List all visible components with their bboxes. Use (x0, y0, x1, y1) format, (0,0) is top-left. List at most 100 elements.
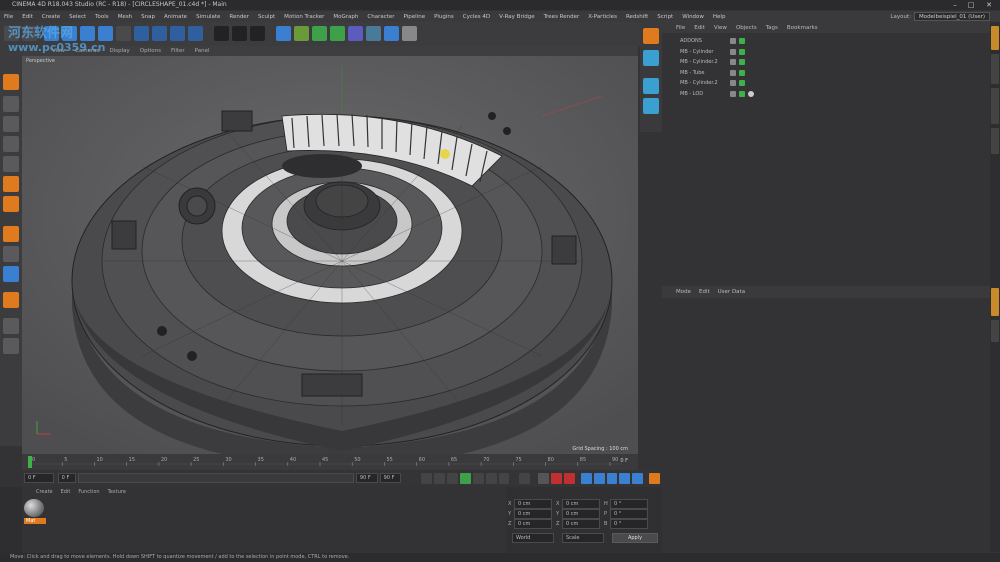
render-view-icon[interactable] (214, 26, 229, 41)
autokey-icon[interactable] (564, 472, 575, 484)
object-row[interactable]: MB - Cylinder (664, 47, 988, 57)
visibility-icon[interactable] (730, 48, 736, 55)
menu-item-script[interactable]: Script (657, 14, 673, 20)
axis-icon[interactable] (3, 226, 19, 242)
x-axis-icon[interactable] (134, 26, 149, 41)
object-row[interactable]: MB - LOD (664, 89, 988, 99)
points-mode-icon[interactable] (3, 156, 19, 172)
menu-item-v-ray-bridge[interactable]: V-Ray Bridge (499, 14, 534, 20)
layout-selector[interactable]: Layout: Modelbeispiel_01 (User) (890, 12, 990, 21)
object-row[interactable]: ADDONS (664, 36, 988, 46)
current-frame-field[interactable]: 0 F (24, 473, 54, 483)
object-menu-edit[interactable]: Edit (694, 25, 705, 31)
layer-icon[interactable] (643, 78, 659, 94)
object-row[interactable]: MB - Cylinder.2 (664, 57, 988, 67)
menu-item-window[interactable]: Window (682, 14, 704, 20)
object-row[interactable]: MB - Cylinder.2 (664, 78, 988, 88)
check-icon[interactable] (739, 38, 745, 44)
menu-item-x-particles[interactable]: X-Particles (588, 14, 617, 20)
menu-item-file[interactable]: File (4, 14, 13, 20)
coordinate-mode-dropdown[interactable]: World (512, 533, 554, 543)
coord-field[interactable]: 0 cm (562, 508, 600, 519)
spline-pen-icon[interactable] (294, 26, 309, 41)
coord-field[interactable]: 0 cm (514, 518, 552, 529)
menu-item-mesh[interactable]: Mesh (118, 14, 132, 20)
deformer-icon[interactable] (348, 26, 363, 41)
key-scale-icon[interactable] (593, 472, 605, 484)
visibility-icon[interactable] (730, 59, 736, 65)
play-icon[interactable] (460, 472, 471, 484)
check-icon[interactable] (739, 69, 745, 76)
object-menu-objects[interactable]: Objects (736, 25, 757, 31)
menu-item-trees-render[interactable]: Trees Render (544, 14, 580, 20)
tweak-icon[interactable] (3, 246, 19, 262)
tab-attributes[interactable] (991, 288, 999, 316)
object-manager-icon[interactable] (643, 50, 659, 66)
workplane-icon[interactable] (3, 136, 19, 152)
menu-item-edit[interactable]: Edit (22, 14, 33, 20)
key-parameter-icon[interactable] (619, 472, 631, 484)
visibility-icon[interactable] (730, 80, 736, 86)
material-menu-texture[interactable]: Texture (108, 489, 126, 495)
cube-icon[interactable] (276, 26, 291, 41)
viewport-menu-options[interactable]: Options (140, 48, 161, 54)
attribute-menu-user-data[interactable]: User Data (718, 289, 745, 295)
tab-layers[interactable] (991, 320, 999, 342)
viewport-menu-panel[interactable]: Panel (195, 48, 210, 54)
coord-field[interactable]: 0 cm (562, 518, 600, 529)
light-icon[interactable] (402, 26, 417, 41)
make-editable-icon[interactable] (3, 74, 19, 90)
object-menu-tags[interactable]: Tags (766, 25, 778, 31)
frame-range-slider[interactable] (77, 473, 354, 483)
apply-button[interactable]: Apply (612, 533, 658, 543)
material-tag-icon[interactable] (748, 90, 754, 97)
object-menu-bookmarks[interactable]: Bookmarks (787, 25, 818, 31)
menu-item-select[interactable]: Select (69, 14, 86, 20)
check-icon[interactable] (739, 90, 745, 97)
menu-item-sculpt[interactable]: Sculpt (258, 14, 275, 20)
menu-item-animate[interactable]: Animate (164, 14, 187, 20)
tab-takes[interactable] (991, 54, 999, 84)
model-mode-icon[interactable] (3, 96, 19, 112)
grid-icon[interactable] (3, 318, 19, 334)
coord-field[interactable]: 0 ° (610, 508, 648, 519)
close-icon[interactable]: ✕ (982, 0, 996, 10)
previous-frame-icon[interactable] (447, 472, 459, 484)
menu-item-snap[interactable]: Snap (141, 14, 155, 20)
loop-icon[interactable] (519, 472, 531, 484)
check-icon[interactable] (739, 59, 745, 65)
subdivision-surface-icon[interactable] (312, 26, 327, 41)
key-pla-icon[interactable] (632, 472, 644, 484)
check-icon[interactable] (739, 48, 745, 55)
menu-item-redshift[interactable]: Redshift (626, 14, 648, 20)
minimize-icon[interactable]: – (948, 0, 962, 10)
timeline[interactable]: 0 5 10 15 20 25 30 35 40 45 50 55 60 65 70 75 80 85 90 0 F (22, 454, 638, 470)
menu-item-motion-tracker[interactable]: Motion Tracker (284, 14, 324, 20)
menu-item-cycles-4d[interactable]: Cycles 4D (463, 14, 490, 20)
coord-field[interactable]: 0 ° (610, 498, 648, 509)
material-menu-function[interactable]: Function (78, 489, 99, 495)
floor-icon[interactable] (366, 26, 381, 41)
quantize-icon[interactable] (3, 338, 19, 354)
playhead[interactable] (28, 456, 32, 468)
array-icon[interactable] (330, 26, 345, 41)
polygons-mode-icon[interactable] (3, 196, 19, 212)
visibility-icon[interactable] (730, 90, 736, 97)
size-mode-value[interactable]: Scale (562, 533, 604, 543)
max-frame-field[interactable]: 90 F (355, 473, 378, 483)
menu-item-tools[interactable]: Tools (95, 14, 109, 20)
viewport-menu-display[interactable]: Display (110, 48, 130, 54)
camera-icon[interactable] (384, 26, 399, 41)
size-mode-dropdown[interactable]: Scale (562, 533, 604, 543)
attribute-menu-mode[interactable]: Mode (676, 289, 691, 295)
z-axis-icon[interactable] (170, 26, 185, 41)
tab-structure[interactable] (991, 128, 999, 154)
object-menu-file[interactable]: File (676, 25, 685, 31)
edges-mode-icon[interactable] (3, 176, 19, 192)
next-frame-icon[interactable] (472, 472, 484, 484)
recent-tool-icon[interactable] (116, 26, 131, 41)
material-menu-create[interactable]: Create (36, 489, 53, 495)
menu-item-render[interactable]: Render (229, 14, 249, 20)
viewport[interactable]: Perspective Grid Spacing : 100 cm (22, 56, 638, 454)
viewport-menu-filter[interactable]: Filter (171, 48, 185, 54)
